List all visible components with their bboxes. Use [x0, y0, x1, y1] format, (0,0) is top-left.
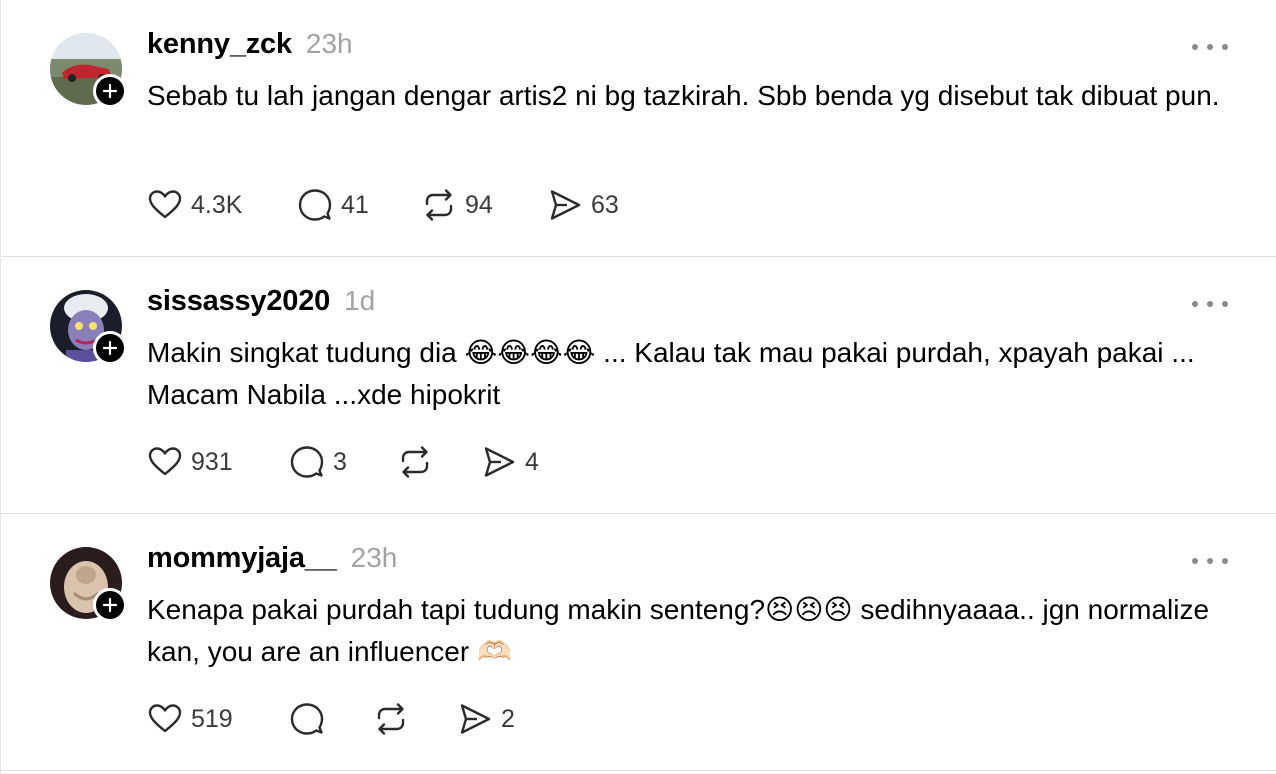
follow-plus-icon[interactable]	[93, 588, 127, 622]
post-header: kenny_zck 23h	[147, 28, 353, 64]
repost-button[interactable]	[397, 443, 441, 481]
username-link[interactable]: sissassy2020	[147, 285, 330, 318]
follow-plus-icon[interactable]	[93, 331, 127, 365]
reply-button[interactable]: 41	[297, 186, 369, 224]
heart-icon	[148, 704, 182, 733]
reply-count: 41	[341, 190, 369, 219]
avatar[interactable]	[50, 547, 127, 622]
timestamp: 1d	[344, 285, 376, 316]
send-icon	[550, 190, 581, 220]
comment-icon	[290, 703, 324, 735]
repost-icon	[425, 189, 453, 221]
share-button[interactable]: 2	[457, 700, 515, 738]
post-item: kenny_zck 23h Sebab tu lah jangan dengar…	[1, 0, 1276, 257]
threads-feed: kenny_zck 23h Sebab tu lah jangan dengar…	[0, 0, 1276, 774]
like-count: 931	[191, 447, 233, 476]
share-count: 63	[591, 190, 619, 219]
repost-count: 94	[465, 190, 493, 219]
repost-button[interactable]	[373, 700, 417, 738]
comment-icon	[298, 189, 332, 221]
repost-button[interactable]: 94	[421, 186, 493, 224]
send-icon	[460, 704, 491, 734]
like-button[interactable]: 931	[147, 443, 233, 481]
post-text: Sebab tu lah jangan dengar artis2 ni bg …	[147, 80, 1220, 111]
reply-button[interactable]	[289, 700, 333, 738]
reply-button[interactable]: 3	[289, 443, 347, 481]
post-header: sissassy2020 1d	[147, 285, 375, 321]
like-button[interactable]: 4.3K	[147, 186, 242, 224]
share-count: 2	[501, 704, 515, 733]
like-button[interactable]: 519	[147, 700, 233, 738]
more-options-icon[interactable]	[1192, 42, 1228, 52]
post-header: mommyjaja__ 23h	[147, 542, 397, 578]
follow-plus-icon[interactable]	[93, 74, 127, 108]
reply-count: 3	[333, 447, 347, 476]
heart-icon	[148, 447, 182, 476]
post-text: Makin singkat tudung dia 😂😂😂😂 ... Kalau …	[147, 337, 1195, 410]
more-options-icon[interactable]	[1192, 556, 1228, 566]
heart-icon	[148, 190, 182, 219]
post-item: sissassy2020 1d Makin singkat tudung dia…	[1, 257, 1276, 514]
post-item: mommyjaja__ 23h Kenapa pakai purdah tapi…	[1, 514, 1276, 771]
share-count: 4	[525, 447, 539, 476]
like-count: 4.3K	[191, 190, 243, 219]
repost-icon	[401, 446, 429, 478]
post-text: Kenapa pakai purdah tapi tudung makin se…	[147, 594, 1210, 667]
timestamp: 23h	[350, 542, 398, 573]
like-count: 519	[191, 704, 233, 733]
repost-icon	[377, 703, 405, 735]
share-button[interactable]: 4	[481, 443, 539, 481]
username-link[interactable]: mommyjaja__	[147, 542, 337, 575]
comment-icon	[290, 446, 324, 478]
send-icon	[484, 447, 515, 477]
avatar[interactable]	[50, 290, 127, 365]
timestamp: 23h	[305, 28, 353, 59]
username-link[interactable]: kenny_zck	[147, 28, 292, 61]
more-options-icon[interactable]	[1192, 299, 1228, 309]
avatar[interactable]	[50, 33, 127, 108]
share-button[interactable]: 63	[547, 186, 619, 224]
